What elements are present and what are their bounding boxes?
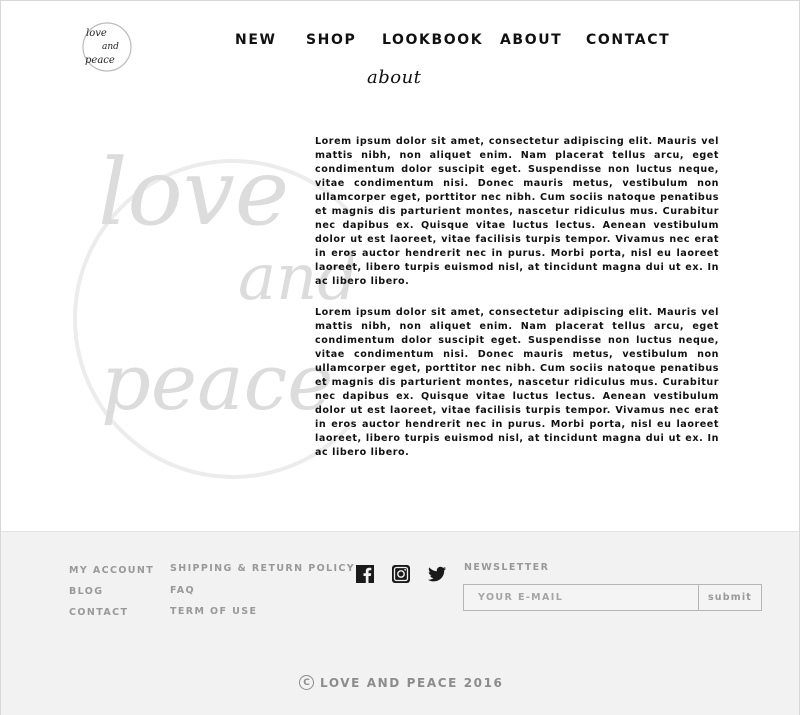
footer-link-contact[interactable]: CONTACT (69, 607, 128, 618)
page-heading: about (367, 67, 422, 88)
newsletter-label: NEWSLETTER (464, 562, 550, 573)
nav-lookbook[interactable]: LOOKBOOK (382, 32, 483, 48)
logo-word-and: and (102, 42, 119, 52)
footer: MY ACCOUNT BLOG CONTACT SHIPPING & RETUR… (1, 531, 799, 715)
watermark-word-peace: peace (101, 338, 333, 428)
instagram-icon[interactable] (391, 564, 411, 584)
footer-link-faq[interactable]: FAQ (170, 585, 195, 596)
logo-word-love: love (86, 28, 107, 39)
facebook-icon[interactable] (355, 564, 375, 584)
nav-contact[interactable]: CONTACT (586, 32, 670, 48)
footer-link-my-account[interactable]: MY ACCOUNT (69, 565, 154, 576)
nav-shop[interactable]: SHOP (306, 32, 356, 48)
copyright-text: LOVE AND PEACE 2016 (320, 675, 504, 690)
about-paragraph: Lorem ipsum dolor sit amet, consectetur … (315, 136, 719, 287)
watermark-word-love: love (98, 139, 289, 246)
footer-link-terms[interactable]: TERM OF USE (170, 606, 257, 617)
about-content: Lorem ipsum dolor sit amet, consectetur … (315, 135, 719, 477)
copyright-icon: C (299, 675, 314, 690)
logo-mark: love and peace (82, 22, 132, 72)
about-paragraph: Lorem ipsum dolor sit amet, consectetur … (315, 307, 719, 458)
newsletter-submit-button[interactable]: submit (698, 584, 762, 611)
twitter-icon[interactable] (427, 564, 447, 584)
footer-link-shipping-return[interactable]: SHIPPING & RETURN POLICY (170, 563, 355, 574)
nav-about[interactable]: ABOUT (500, 32, 562, 48)
logo[interactable]: love and peace (80, 19, 134, 73)
footer-link-blog[interactable]: BLOG (69, 586, 103, 597)
newsletter-email-input[interactable] (463, 584, 699, 611)
copyright: C LOVE AND PEACE 2016 (299, 675, 504, 690)
logo-word-peace: peace (85, 55, 115, 66)
nav-new[interactable]: NEW (235, 32, 277, 48)
watermark-logo: love and peace (63, 99, 353, 479)
